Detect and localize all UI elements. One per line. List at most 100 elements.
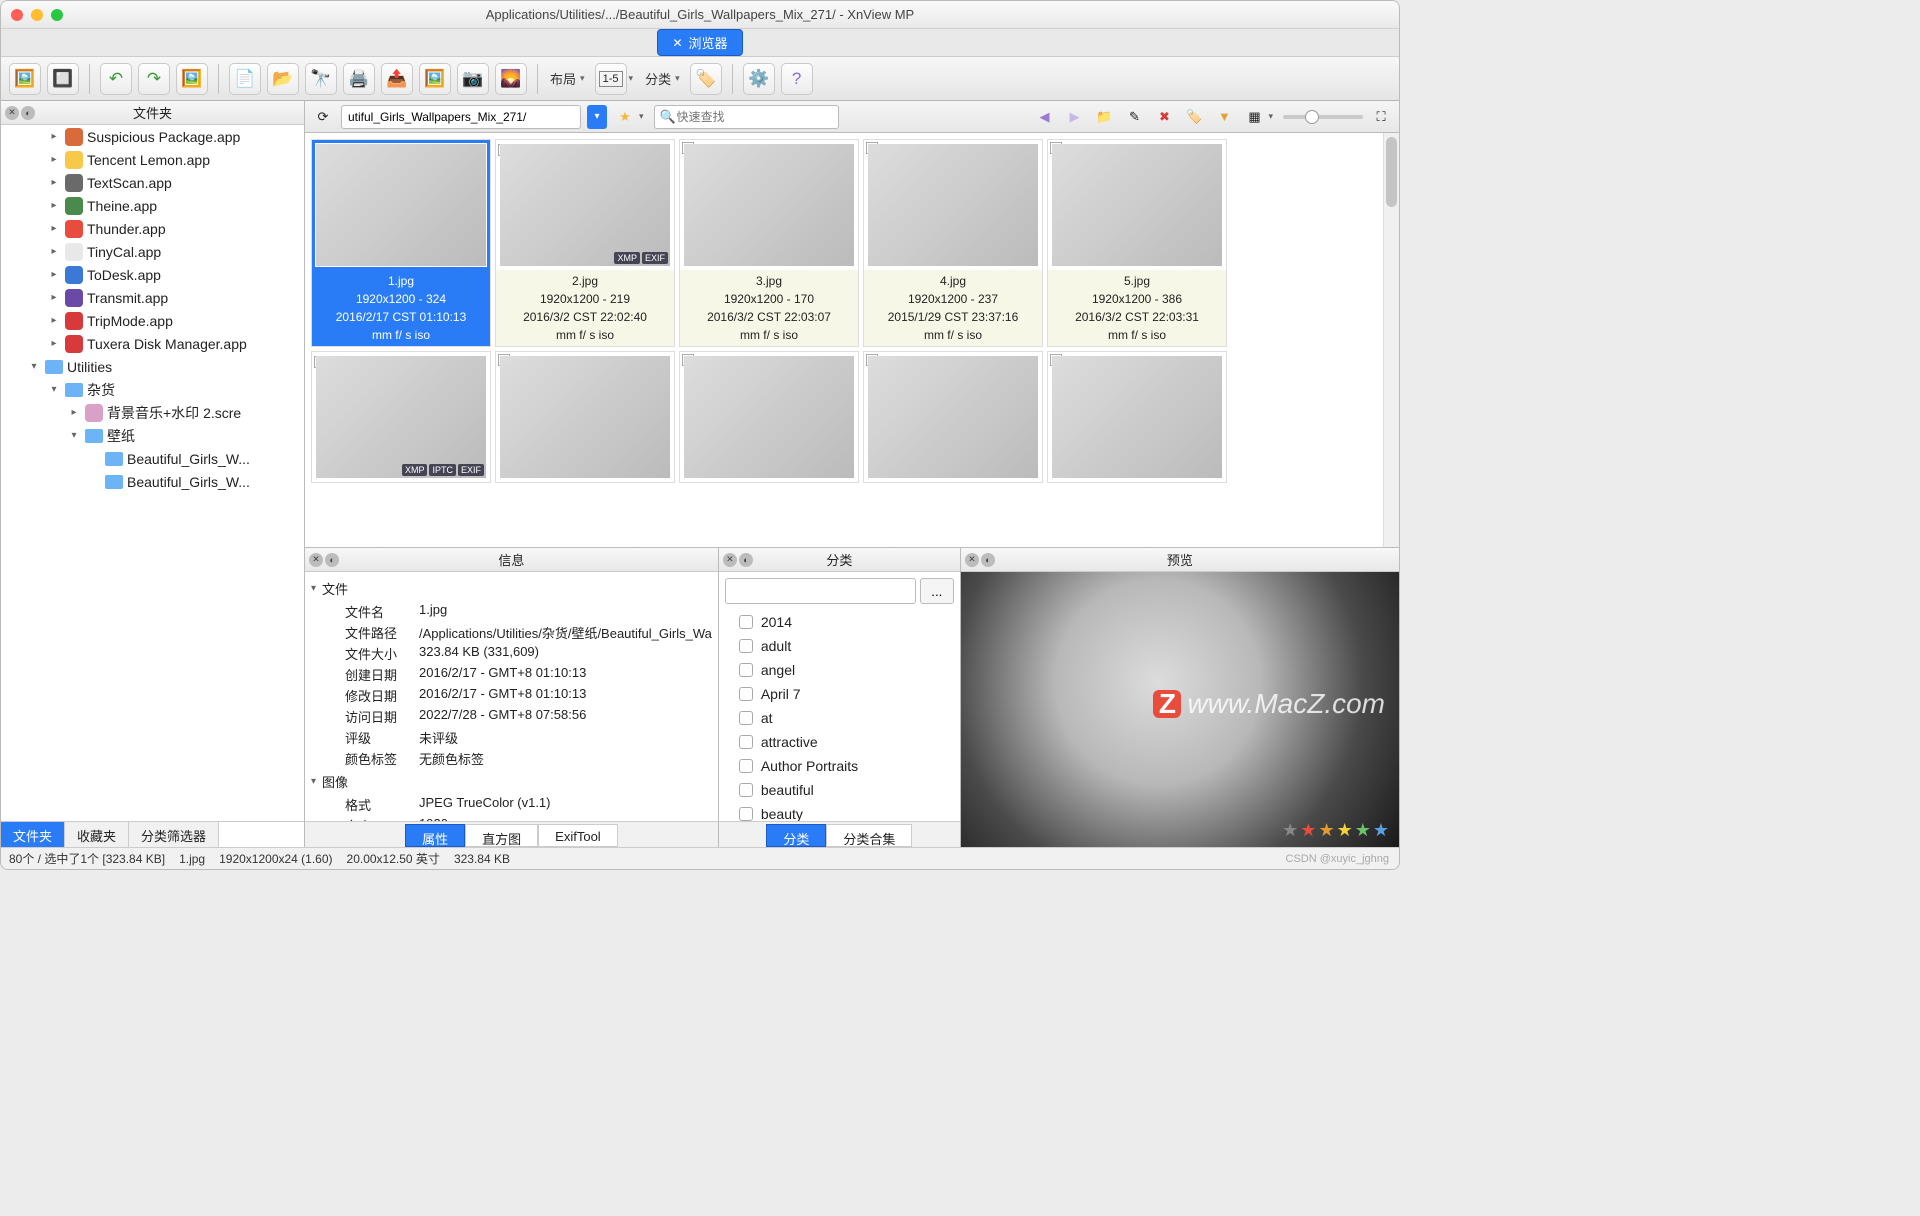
disclosure-arrow-icon[interactable]: ▸ xyxy=(47,315,61,326)
rename-button[interactable]: ✎ xyxy=(1122,105,1146,129)
browser-tab[interactable]: ✕ 浏览器 xyxy=(657,29,742,56)
tab-folders[interactable]: 文件夹 xyxy=(1,822,65,847)
chevron-down-icon[interactable]: ▾ xyxy=(629,73,634,84)
tree-item[interactable]: ▾杂货 xyxy=(1,378,304,401)
category-checkbox[interactable] xyxy=(739,687,753,701)
help-button[interactable]: ? xyxy=(781,63,813,95)
disclosure-arrow-icon[interactable]: ▸ xyxy=(47,269,61,280)
info-section-header[interactable]: ▾文件 xyxy=(311,579,712,598)
forward-button[interactable]: ▶ xyxy=(1062,105,1086,129)
disclosure-arrow-icon[interactable]: ▸ xyxy=(47,292,61,303)
tag-button[interactable]: 🏷️ xyxy=(690,63,722,95)
rating-star-1[interactable]: ★ xyxy=(1300,820,1316,841)
panel-collapse-icon[interactable]: ◐ xyxy=(325,553,339,567)
tag-apply-button[interactable]: 🏷️ xyxy=(1182,105,1206,129)
category-checkbox[interactable] xyxy=(739,759,753,773)
panel-close-icon[interactable]: ✕ xyxy=(309,553,323,567)
category-item[interactable]: April 7 xyxy=(725,682,954,706)
thumbnail[interactable] xyxy=(679,351,859,483)
tree-item[interactable]: ▸TripMode.app xyxy=(1,309,304,332)
category-item[interactable]: 2014 xyxy=(725,610,954,634)
tree-item[interactable]: ▸TinyCal.app xyxy=(1,240,304,263)
tree-item[interactable]: ▸ToDesk.app xyxy=(1,263,304,286)
thumbnail[interactable]: 4.jpg1920x1200 - 2372015/1/29 CST 23:37:… xyxy=(863,139,1043,347)
settings-button[interactable]: ⚙️ xyxy=(743,63,775,95)
chevron-down-icon[interactable]: ▾ xyxy=(675,73,680,84)
category-checkbox[interactable] xyxy=(739,639,753,653)
rating-stars[interactable]: ★★★★★★ xyxy=(1282,820,1389,841)
category-item[interactable]: attractive xyxy=(725,730,954,754)
tab-exiftool[interactable]: ExifTool xyxy=(538,824,618,847)
thumbnail-size-slider[interactable] xyxy=(1283,115,1363,119)
tree-item[interactable]: ▸背景音乐+水印 2.scre xyxy=(1,401,304,424)
tab-properties[interactable]: 属性 xyxy=(405,824,465,847)
undo-button[interactable]: ↶ xyxy=(100,63,132,95)
category-item[interactable]: angel xyxy=(725,658,954,682)
rating-star-2[interactable]: ★ xyxy=(1318,820,1334,841)
disclosure-arrow-icon[interactable]: ▸ xyxy=(47,338,61,349)
thumbnail[interactable]: ☆XMPEXIF2.jpg1920x1200 - 2192016/3/2 CST… xyxy=(495,139,675,347)
disclosure-arrow-icon[interactable]: ▾ xyxy=(67,430,81,441)
close-window-button[interactable] xyxy=(11,9,23,21)
chevron-down-icon[interactable]: ▾ xyxy=(1268,111,1273,122)
fullscreen-button[interactable]: 🖼️ xyxy=(9,63,41,95)
info-section-header[interactable]: ▾图像 xyxy=(311,772,712,791)
path-input[interactable] xyxy=(341,105,581,129)
chevron-down-icon[interactable]: ▾ xyxy=(580,73,585,84)
preview-image-area[interactable]: Zwww.MacZ.com ★★★★★★ xyxy=(961,572,1399,847)
panel-close-icon[interactable]: ✕ xyxy=(5,106,19,120)
open-folder-button[interactable]: 📂 xyxy=(267,63,299,95)
category-checkbox[interactable] xyxy=(739,615,753,629)
rating-star-5[interactable]: ★ xyxy=(1373,820,1389,841)
thumbnail[interactable]: ☆XMPIPTCEXIF xyxy=(311,351,491,483)
convert-button[interactable]: 🖼️ xyxy=(419,63,451,95)
close-tab-icon[interactable]: ✕ xyxy=(672,36,682,50)
rating-star-3[interactable]: ★ xyxy=(1337,820,1353,841)
zoom-window-button[interactable] xyxy=(51,9,63,21)
tree-item[interactable]: ▾壁纸 xyxy=(1,424,304,447)
disclosure-arrow-icon[interactable]: ▸ xyxy=(47,177,61,188)
refresh-button[interactable]: ⟳ xyxy=(311,105,335,129)
tree-item[interactable]: ▸Tencent Lemon.app xyxy=(1,148,304,171)
copy-button[interactable]: 📄 xyxy=(229,63,261,95)
print-button[interactable]: 🖨️ xyxy=(343,63,375,95)
thumbnail[interactable] xyxy=(863,351,1043,483)
quick-search-input[interactable] xyxy=(654,105,839,129)
disclosure-arrow-icon[interactable]: ▸ xyxy=(47,154,61,165)
thumbnail[interactable]: 1.jpg1920x1200 - 3242016/2/17 CST 01:10:… xyxy=(311,139,491,347)
tree-item[interactable]: ▸Theine.app xyxy=(1,194,304,217)
tab-categories[interactable]: 分类 xyxy=(766,824,826,847)
disclosure-arrow-icon[interactable]: ▸ xyxy=(47,246,61,257)
category-search-input[interactable] xyxy=(725,578,916,604)
disclosure-arrow-icon[interactable]: ▸ xyxy=(67,407,81,418)
tree-item[interactable]: Beautiful_Girls_W... xyxy=(1,470,304,493)
panel-collapse-icon[interactable]: ◐ xyxy=(981,553,995,567)
tab-category-filter[interactable]: 分类筛选器 xyxy=(129,822,219,847)
tree-item[interactable]: ▾Utilities xyxy=(1,355,304,378)
category-checkbox[interactable] xyxy=(739,783,753,797)
thumbnail[interactable]: 5.jpg1920x1200 - 3862016/3/2 CST 22:03:3… xyxy=(1047,139,1227,347)
redo-button[interactable]: ↷ xyxy=(138,63,170,95)
disclosure-arrow-icon[interactable]: ▾ xyxy=(47,384,61,395)
category-item[interactable]: Author Portraits xyxy=(725,754,954,778)
panel-collapse-icon[interactable]: ◐ xyxy=(21,106,35,120)
new-folder-button[interactable]: 📁 xyxy=(1092,105,1116,129)
category-more-button[interactable]: ... xyxy=(920,578,954,604)
edit-button[interactable]: 🌄 xyxy=(495,63,527,95)
filter-button[interactable]: ▼ xyxy=(1212,105,1236,129)
disclosure-arrow-icon[interactable]: ▸ xyxy=(47,200,61,211)
tree-item[interactable]: ▸Thunder.app xyxy=(1,217,304,240)
category-checkbox[interactable] xyxy=(739,807,753,821)
tree-item[interactable]: Beautiful_Girls_W... xyxy=(1,447,304,470)
rating-star-4[interactable]: ★ xyxy=(1355,820,1371,841)
search-button[interactable]: 🔭 xyxy=(305,63,337,95)
maximize-view-button[interactable]: ⛶ xyxy=(1369,105,1393,129)
chevron-down-icon[interactable]: ▾ xyxy=(639,111,644,122)
category-item[interactable]: adult xyxy=(725,634,954,658)
category-item[interactable]: beautiful xyxy=(725,778,954,802)
tree-item[interactable]: ▸Suspicious Package.app xyxy=(1,125,304,148)
rating-star-0[interactable]: ★ xyxy=(1282,820,1298,841)
disclosure-arrow-icon[interactable]: ▾ xyxy=(27,361,41,372)
minimize-window-button[interactable] xyxy=(31,9,43,21)
category-item[interactable]: at xyxy=(725,706,954,730)
